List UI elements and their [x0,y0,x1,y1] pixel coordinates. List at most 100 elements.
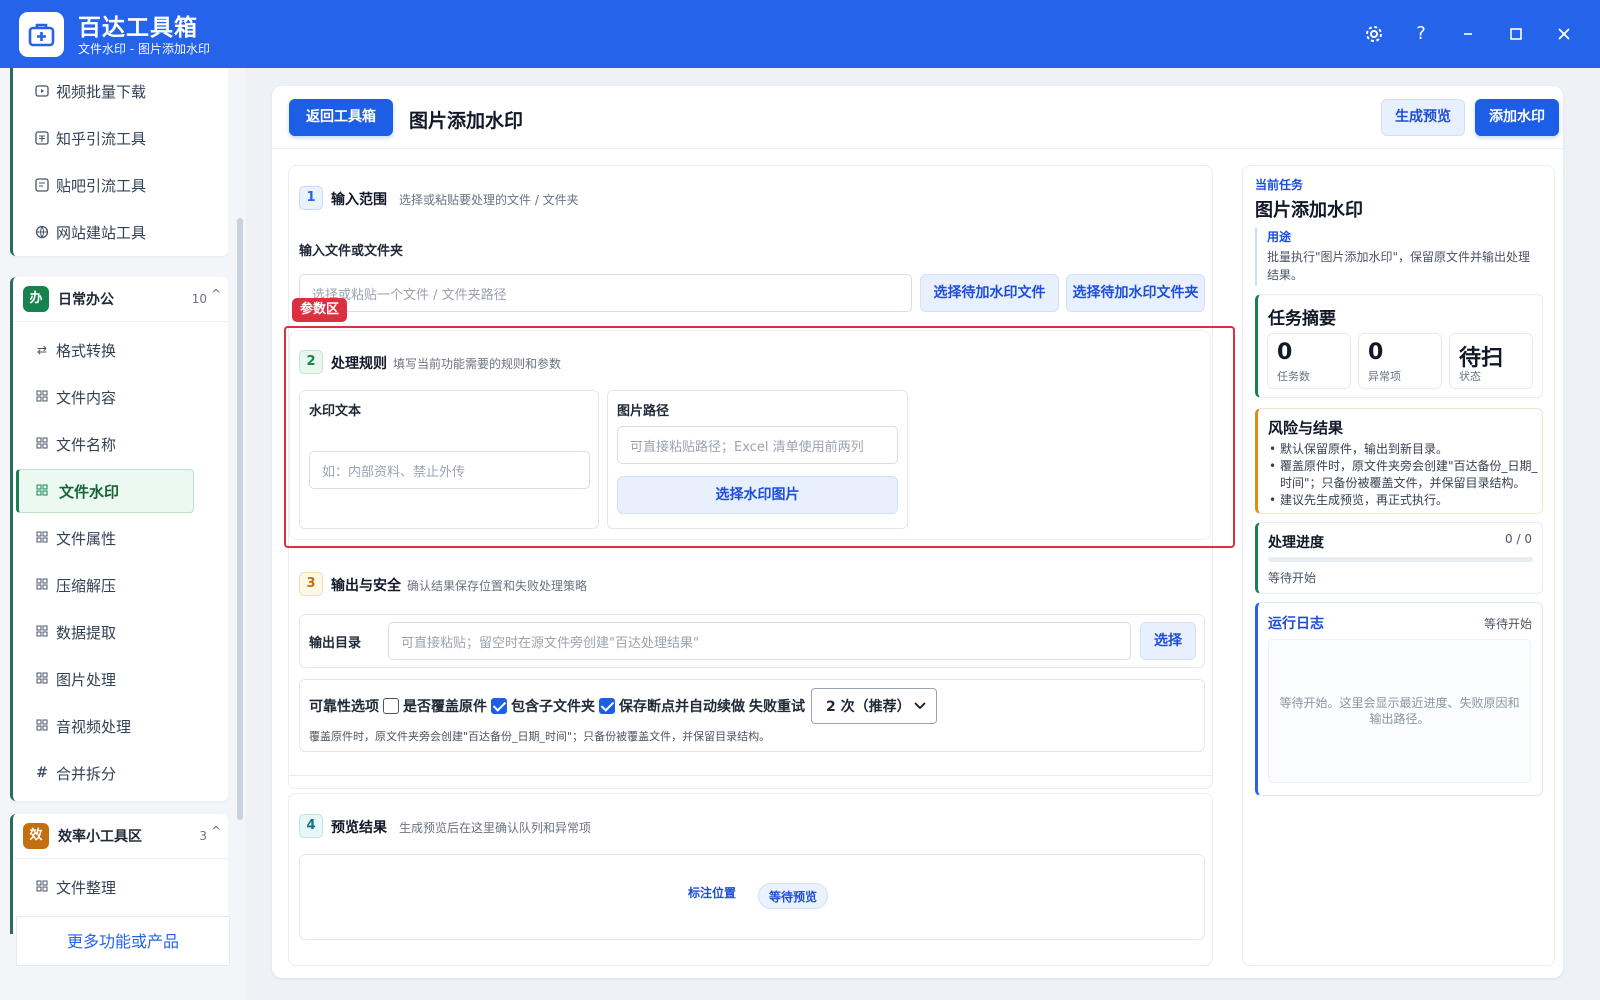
resume-checkbox[interactable] [599,698,615,714]
close-icon[interactable] [1548,18,1580,50]
reliability-options: 可靠性选项 是否覆盖原件 包含子文件夹 保存断点并自动续做 失败重试 2 次（推… [299,679,1205,752]
sidebar: 视频批量下载 知乎引流工具 贴吧引流工具 网站建站工具 办 日常办公 10 ^ [0,68,246,1000]
group-header-efficiency[interactable]: 效 效率小工具区 3 ^ [23,814,223,858]
back-to-toolbox-button[interactable]: 返回工具箱 [289,99,393,136]
log-title: 运行日志 [1268,616,1324,632]
grid-icon [35,625,49,639]
sidebar-scrollbar[interactable] [237,68,243,912]
group-header-daily[interactable]: 办 日常办公 10 ^ [23,277,223,321]
settings-icon[interactable] [1358,18,1390,50]
select-file-button[interactable]: 选择待加水印文件 [920,274,1059,312]
subfolders-label[interactable]: 包含子文件夹 [511,696,595,716]
sidebar-item-av-process[interactable]: 音视频处理 [23,706,223,746]
sidebar-item-label: 音视频处理 [56,717,132,736]
grid-icon [35,437,49,451]
divider [289,775,1212,776]
sidebar-item-merge-split[interactable]: # 合并拆分 [23,753,223,793]
zhihu-icon [35,131,49,145]
step-number: 3 [299,572,323,596]
maximize-icon[interactable] [1500,18,1532,50]
step-description: 选择或粘贴要处理的文件 / 文件夹 [399,193,579,207]
group-badge: 办 [23,286,49,312]
sidebar-item-video-download[interactable]: 视频批量下载 [23,71,223,111]
sidebar-item-file-watermark[interactable]: 文件水印 [16,469,194,513]
risk-list: 默认保留原件，输出到新目录。 覆盖原件时，原文件夹旁会创建"百达备份_日期_时间… [1268,441,1538,509]
step-number: 4 [299,814,323,838]
preview-panel: 4 预览结果 生成预览后在这里确认队列和异常项 标注位置 等待预览 [288,793,1213,966]
step-title: 预览结果 [331,820,387,836]
overwrite-label[interactable]: 是否覆盖原件 [403,696,487,716]
minimize-icon[interactable] [1452,18,1484,50]
scrollbar-thumb[interactable] [237,218,243,820]
input-path-field[interactable]: 选择或粘贴一个文件 / 文件夹路径 [299,274,912,312]
stat-value: 0 [1368,340,1384,365]
sidebar-item-format-convert[interactable]: ⇄ 格式转换 [23,330,223,370]
chevron-down-icon [914,702,926,710]
app-logo [19,12,64,57]
generate-preview-button[interactable]: 生成预览 [1381,99,1465,136]
more-products-link[interactable]: 更多功能或产品 [16,916,230,966]
add-watermark-button[interactable]: 添加水印 [1475,99,1559,136]
reliability-label: 可靠性选项 [309,699,379,715]
chevron-up-icon[interactable]: ^ [211,287,221,301]
sidebar-item-label: 文件内容 [56,388,117,407]
task-info-panel: 当前任务 图片添加水印 用途 批量执行"图片添加水印"，保留原文件并输出处理结果… [1242,165,1555,966]
log-output[interactable]: 等待开始。这里会显示最近进度、失败原因和输出路径。 [1268,639,1531,783]
sidebar-item-label: 贴吧引流工具 [56,176,147,195]
step-description: 生成预览后在这里确认队列和异常项 [399,821,592,835]
current-task-label: 当前任务 [1255,178,1304,192]
sidebar-item-file-content[interactable]: 文件内容 [23,377,223,417]
chevron-up-icon[interactable]: ^ [211,824,221,838]
group-title: 日常办公 [58,292,114,308]
log-card: 运行日志 等待开始 等待开始。这里会显示最近进度、失败原因和输出路径。 [1255,602,1543,796]
stat-task-count: 0 任务数 [1267,333,1351,389]
sidebar-card-tools: 视频批量下载 知乎引流工具 贴吧引流工具 网站建站工具 [10,68,228,256]
overwrite-checkbox[interactable] [383,698,399,714]
toolbox-icon [28,23,55,47]
risk-title: 风险与结果 [1268,419,1344,437]
sidebar-item-compress[interactable]: 压缩解压 [23,565,223,605]
sidebar-scroll-area[interactable]: 视频批量下载 知乎引流工具 贴吧引流工具 网站建站工具 办 日常办公 10 ^ [10,68,228,934]
subfolders-checkbox[interactable] [491,698,507,714]
risk-item: 覆盖原件时，原文件夹旁会创建"百达备份_日期_时间"；只备份被覆盖文件，并保留目… [1268,458,1538,492]
step-title: 输出与安全 [331,578,401,594]
convert-icon: ⇄ [36,343,48,357]
resume-label[interactable]: 保存断点并自动续做 [619,696,745,716]
sidebar-item-label: 压缩解压 [56,576,117,595]
website-icon [35,225,49,239]
help-icon[interactable]: ? [1405,18,1437,50]
video-icon [35,84,49,98]
sidebar-item-zhihu[interactable]: 知乎引流工具 [23,118,223,158]
parameter-area-tag: 参数区 [292,298,348,322]
sidebar-item-file-attributes[interactable]: 文件属性 [23,518,223,558]
group-title: 效率小工具区 [58,829,142,845]
task-title: 图片添加水印 [1255,200,1363,221]
select-output-button[interactable]: 选择 [1140,622,1196,660]
stat-label: 异常项 [1368,370,1401,383]
risk-item: 默认保留原件，输出到新目录。 [1268,441,1538,458]
risk-card: 风险与结果 默认保留原件，输出到新目录。 覆盖原件时，原文件夹旁会创建"百达备份… [1255,408,1543,514]
preview-status-badge: 等待预览 [758,883,829,909]
title-bar: 百达工具箱 文件水印 - 图片添加水印 ? [0,0,1600,68]
summary-title: 任务摘要 [1268,309,1336,329]
select-folder-button[interactable]: 选择待加水印文件夹 [1066,274,1205,312]
sidebar-item-label: 文件水印 [59,482,120,501]
progress-card: 处理进度 0 / 0 等待开始 [1255,522,1543,594]
app-subtitle: 文件水印 - 图片添加水印 [78,42,210,56]
sidebar-item-website[interactable]: 网站建站工具 [23,212,223,252]
sidebar-item-image-process[interactable]: 图片处理 [23,659,223,699]
step-number: 1 [299,186,323,210]
reliability-row: 可靠性选项 是否覆盖原件 包含子文件夹 保存断点并自动续做 失败重试 2 次（推… [309,688,937,724]
sidebar-item-label: 格式转换 [56,341,117,360]
preview-area: 标注位置 等待预览 [299,854,1205,940]
sidebar-item-file-name[interactable]: 文件名称 [23,424,223,464]
sidebar-item-data-extract[interactable]: 数据提取 [23,612,223,652]
sidebar-item-file-organize[interactable]: 文件整理 [23,867,223,907]
output-dir-input[interactable]: 可直接粘贴；留空时在源文件旁创建"百达处理结果" [388,622,1131,660]
grid-icon [35,390,49,404]
sidebar-item-tieba[interactable]: 贴吧引流工具 [23,165,223,205]
sidebar-item-label: 视频批量下载 [56,82,147,101]
retry-select[interactable]: 2 次（推荐） [811,688,937,724]
overwrite-note: 覆盖原件时，原文件夹旁会创建"百达备份_日期_时间"；只备份被覆盖文件，并保留目… [309,730,771,743]
stat-label: 任务数 [1277,370,1310,383]
